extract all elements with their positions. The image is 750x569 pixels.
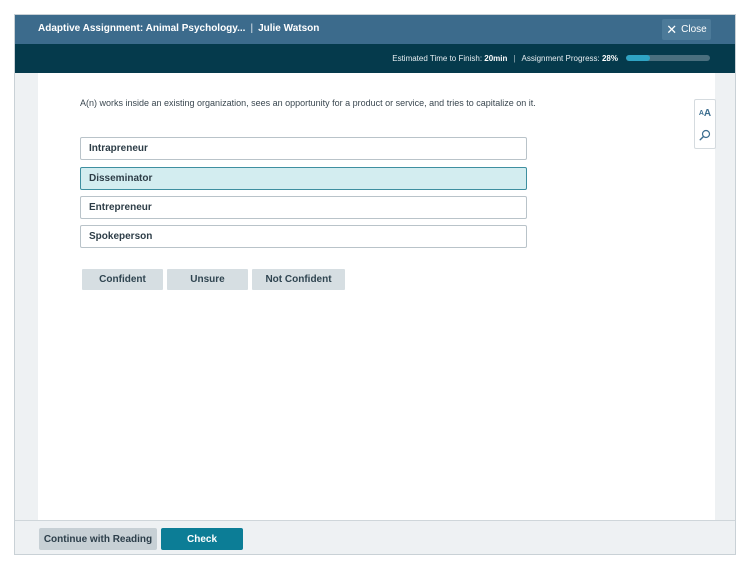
progress-label: Assignment Progress: <box>521 54 600 63</box>
not-confident-button[interactable]: Not Confident <box>252 269 345 290</box>
answer-option-label: Intrapreneur <box>89 143 148 154</box>
close-button[interactable]: ✕ Close <box>662 19 711 40</box>
user-name: Julie Watson <box>258 23 320 34</box>
answer-option-label: Entrepreneur <box>89 202 152 213</box>
continue-reading-button[interactable]: Continue with Reading <box>39 528 157 550</box>
header-separator: | <box>250 23 254 34</box>
close-label: Close <box>681 24 707 35</box>
answer-option-label: Disseminator <box>89 173 153 184</box>
app-frame: Adaptive Assignment: Animal Psychology..… <box>14 14 736 555</box>
unsure-button[interactable]: Unsure <box>167 269 248 290</box>
answer-option-label: Spokeperson <box>89 231 153 242</box>
status-bar: Estimated Time to Finish: 20min | Assignme… <box>15 44 735 73</box>
answer-option-4[interactable]: Spokeperson <box>80 225 527 248</box>
close-icon: ✕ <box>666 22 678 37</box>
answer-option-1[interactable]: Intrapreneur <box>80 137 527 160</box>
text-size-icon[interactable]: AA <box>695 102 715 124</box>
progress-bar <box>626 55 710 61</box>
question-panel: A(n) works inside an existing organizati… <box>38 73 716 520</box>
progress-bar-fill <box>626 55 650 61</box>
assignment-title: Adaptive Assignment: Animal Psychology..… <box>38 23 246 34</box>
answer-option-3[interactable]: Entrepreneur <box>80 196 527 219</box>
check-button[interactable]: Check <box>161 528 243 550</box>
status-text: Estimated Time to Finish: 20min | Assignme… <box>392 54 618 63</box>
header-bar: Adaptive Assignment: Animal Psychology..… <box>15 15 735 44</box>
time-value: 20min <box>484 54 508 63</box>
progress-value: 28% <box>601 54 618 63</box>
confident-button[interactable]: Confident <box>82 269 163 290</box>
status-divider: | <box>513 54 516 63</box>
magnifier-icon[interactable] <box>695 124 715 146</box>
question-text: A(n) works inside an existing organizati… <box>80 98 536 108</box>
footer-bar: Continue with Reading Check <box>15 520 735 554</box>
answer-option-2[interactable]: Disseminator <box>80 167 527 190</box>
tool-panel: AA <box>694 99 716 149</box>
header-title: Adaptive Assignment: Animal Psychology..… <box>38 23 319 34</box>
time-label: Estimated Time to Finish: <box>392 54 483 63</box>
text-size-large: A <box>703 107 712 119</box>
